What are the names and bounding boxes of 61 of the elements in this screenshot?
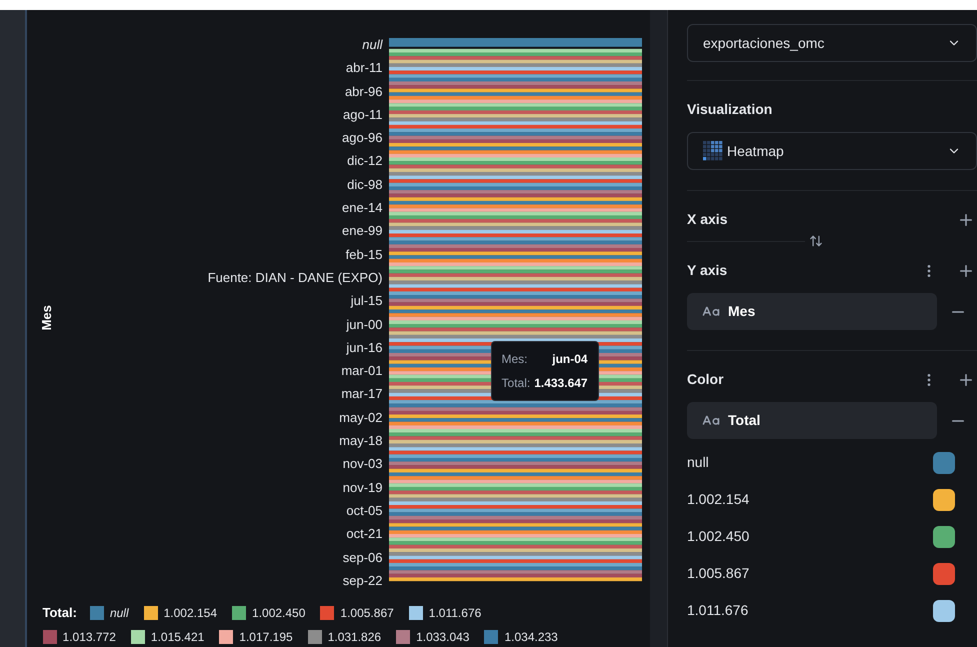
axis-label: ago-96 [342,131,383,148]
axis-label: Fuente: DIAN - DANE (EXPO) [208,270,383,287]
color-value-label: 1.005.867 [687,564,750,583]
axis-label: mar-01 [341,364,383,380]
axis-label: ene-14 [342,201,383,218]
color-value-label: 1.011.676 [687,601,748,620]
axis-label: jun-16 [346,340,383,357]
tooltip-label: Mes: [502,351,529,368]
legend-label: 1.031.826 [328,628,382,646]
axis-label: feb-15 [346,248,383,264]
color-swatch[interactable] [933,452,955,474]
axis-label: sep-06 [342,550,383,567]
legend-label: 1.015.421 [150,628,204,646]
section-label: Color [687,370,724,389]
axis-title: Mes [38,304,55,330]
legend-label: 1.017.195 [239,628,293,646]
color-value-label: 1.002.450 [687,527,750,546]
axis-label: jun-00 [346,318,383,334]
field-chip[interactable]: Total [687,402,937,439]
axis-label: sep-22 [342,574,383,590]
legend-label: 1.011.676 [428,604,482,622]
swap-icon[interactable] [809,234,823,248]
color-value-label: null [687,453,709,472]
heatmap-icon [703,141,723,161]
axis-label: abr-11 [346,61,383,78]
legend-label: 1.002.450 [252,604,306,622]
legend-label: 1.033.043 [416,628,470,646]
color-swatch[interactable] [933,562,955,584]
tooltip-label: Total: [502,375,530,392]
axis-label: nov-03 [342,457,383,474]
legend-label: 1.034.233 [504,628,558,646]
legend-label: null [110,604,129,622]
axis-label: dic-12 [347,154,383,170]
section-label: Visualization [687,100,774,119]
section-label: X axis [687,210,728,229]
tooltip-value: 1.433.647 [534,375,588,392]
color-value-label: 1.002.154 [687,490,750,509]
legend-title: Total: [42,604,77,622]
field-chip[interactable]: Mes [687,293,937,330]
color-swatch[interactable] [933,488,955,510]
legend-label: 1.002.154 [164,604,218,622]
axis-label: may-02 [339,410,383,427]
color-swatch[interactable] [933,600,955,622]
section-label: Y axis [687,261,728,280]
dataset-dropdown[interactable]: exportaciones_omc [687,24,977,62]
axis-label: oct-21 [346,527,383,544]
axis-label: jul-15 [350,294,383,310]
color-swatch[interactable] [933,526,955,548]
axis-label: abr-96 [344,84,383,101]
axis-label: may-18 [339,434,383,450]
axis-label: ago-11 [343,108,383,124]
tooltip-value: jun-04 [551,351,588,368]
visualization-dropdown[interactable]: Heatmap [687,132,977,170]
legend-label: 1.013.772 [62,628,116,646]
axis-label: dic-98 [347,178,383,194]
axis-label: null [362,38,383,54]
legend-label: 1.005.867 [340,604,394,622]
axis-label: oct-05 [346,504,383,520]
axis-label: mar-17 [341,387,383,404]
axis-label: nov-19 [342,480,383,497]
axis-label: ene-99 [342,224,383,240]
